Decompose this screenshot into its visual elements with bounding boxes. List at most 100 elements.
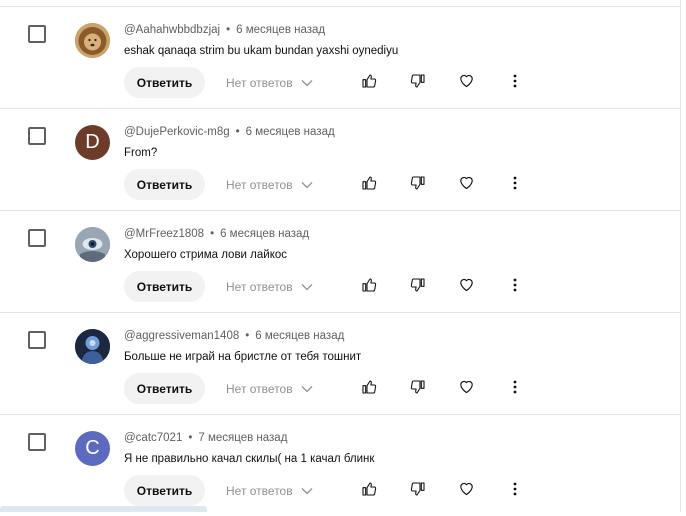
- avatar-letter: C: [85, 437, 100, 459]
- heart-icon: [458, 72, 475, 94]
- thumb-up-icon: [361, 73, 377, 94]
- heart-button[interactable]: [453, 274, 479, 300]
- more-actions-button[interactable]: [502, 478, 528, 504]
- replies-label: Нет ответов: [226, 75, 293, 90]
- thumb-down-icon: [410, 277, 426, 298]
- character-avatar[interactable]: [75, 329, 110, 364]
- heart-icon: [458, 174, 475, 196]
- comment-author[interactable]: @catc7021: [124, 432, 182, 444]
- comment-author[interactable]: @Aahahwbbdbzjaj: [124, 24, 220, 36]
- like-button[interactable]: [356, 478, 382, 504]
- avatar[interactable]: D: [75, 125, 110, 160]
- thumb-up-icon: [361, 481, 377, 502]
- comment-meta: @MrFreez1808 • 6 месяцев назад: [124, 227, 309, 241]
- dislike-button[interactable]: [405, 274, 431, 300]
- comment-time[interactable]: 6 месяцев назад: [246, 126, 335, 138]
- replies-toggle[interactable]: Нет ответов: [226, 475, 313, 506]
- replies-label: Нет ответов: [226, 483, 293, 498]
- comment-row: D @DujePerkovic-m8g • 6 месяцев назад From…: [0, 108, 681, 210]
- heart-button[interactable]: [453, 70, 479, 96]
- comment-meta: @DujePerkovic-m8g • 6 месяцев назад: [124, 125, 335, 139]
- comment-text: Хорошего стрима лови лайкос: [124, 249, 288, 261]
- thumb-up-icon: [361, 277, 377, 298]
- select-checkbox[interactable]: [28, 229, 46, 247]
- avatar[interactable]: C: [75, 431, 110, 466]
- comment-time[interactable]: 6 месяцев назад: [255, 330, 344, 342]
- thumb-down-icon: [410, 379, 426, 400]
- comment-time[interactable]: 6 месяцев назад: [220, 228, 309, 240]
- separator-dot: •: [210, 228, 215, 240]
- replies-toggle[interactable]: Нет ответов: [226, 169, 313, 200]
- heart-button[interactable]: [453, 172, 479, 198]
- chevron-down-icon: [301, 181, 313, 189]
- thumb-down-icon: [410, 73, 426, 94]
- comment-meta: @aggressiveman1408 • 6 месяцев назад: [124, 329, 344, 343]
- chevron-down-icon: [301, 487, 313, 495]
- comment-text: From?: [124, 147, 158, 159]
- comment-meta: @Aahahwbbdbzjaj • 6 месяцев назад: [124, 23, 325, 37]
- replies-label: Нет ответов: [226, 279, 293, 294]
- comment-row: C @catc7021 • 7 месяцев назад Я не правиль…: [0, 414, 681, 516]
- comment-row: @Aahahwbbdbzjaj • 6 месяцев назад eshak qa…: [0, 6, 681, 108]
- separator-dot: •: [226, 24, 231, 36]
- more-vert-icon: [513, 176, 517, 195]
- more-actions-button[interactable]: [502, 274, 528, 300]
- dislike-button[interactable]: [405, 70, 431, 96]
- comment-text: Я не правильно качал скилы( на 1 качал б…: [124, 453, 375, 465]
- comment-author[interactable]: @MrFreez1808: [124, 228, 204, 240]
- comment-author[interactable]: @DujePerkovic-m8g: [124, 126, 230, 138]
- like-button[interactable]: [356, 172, 382, 198]
- separator-dot: •: [188, 432, 193, 444]
- chevron-down-icon: [301, 79, 313, 87]
- dislike-button[interactable]: [405, 478, 431, 504]
- heart-button[interactable]: [453, 376, 479, 402]
- comment-author[interactable]: @aggressiveman1408: [124, 330, 239, 342]
- thumb-down-icon: [410, 481, 426, 502]
- reply-button[interactable]: Ответить: [124, 271, 205, 302]
- heart-icon: [458, 480, 475, 502]
- reply-button[interactable]: Ответить: [124, 475, 205, 506]
- separator-dot: •: [245, 330, 250, 342]
- more-actions-button[interactable]: [502, 70, 528, 96]
- more-actions-button[interactable]: [502, 376, 528, 402]
- chevron-down-icon: [301, 385, 313, 393]
- reply-button[interactable]: Ответить: [124, 169, 205, 200]
- comment-text: Больше не играй на бристле от тебя тошни…: [124, 351, 362, 363]
- eye-avatar[interactable]: [75, 227, 110, 262]
- comments-panel: @Aahahwbbdbzjaj • 6 месяцев назад eshak qa…: [0, 0, 681, 512]
- like-button[interactable]: [356, 376, 382, 402]
- select-checkbox[interactable]: [28, 331, 46, 349]
- select-checkbox[interactable]: [28, 127, 46, 145]
- replies-label: Нет ответов: [226, 177, 293, 192]
- comment-text: eshak qanaqa strim bu ukam bundan yaxshi…: [124, 45, 399, 57]
- comment-time[interactable]: 7 месяцев назад: [198, 432, 287, 444]
- more-vert-icon: [513, 380, 517, 399]
- like-button[interactable]: [356, 70, 382, 96]
- dislike-button[interactable]: [405, 376, 431, 402]
- dislike-button[interactable]: [405, 172, 431, 198]
- reply-button[interactable]: Ответить: [124, 373, 205, 404]
- comment-time[interactable]: 6 месяцев назад: [236, 24, 325, 36]
- comment-row: @aggressiveman1408 • 6 месяцев назад Больш…: [0, 312, 681, 414]
- replies-toggle[interactable]: Нет ответов: [226, 373, 313, 404]
- comment-row: @MrFreez1808 • 6 месяцев назад Хорошего ст…: [0, 210, 681, 312]
- scroll-indicator: [0, 506, 207, 512]
- replies-label: Нет ответов: [226, 381, 293, 396]
- reply-button[interactable]: Ответить: [124, 67, 205, 98]
- heart-icon: [458, 378, 475, 400]
- replies-toggle[interactable]: Нет ответов: [226, 271, 313, 302]
- replies-toggle[interactable]: Нет ответов: [226, 67, 313, 98]
- more-vert-icon: [513, 482, 517, 501]
- like-button[interactable]: [356, 274, 382, 300]
- thumb-up-icon: [361, 175, 377, 196]
- heart-button[interactable]: [453, 478, 479, 504]
- chevron-down-icon: [301, 283, 313, 291]
- thumb-down-icon: [410, 175, 426, 196]
- lion-avatar[interactable]: [75, 23, 110, 58]
- comment-meta: @catc7021 • 7 месяцев назад: [124, 431, 287, 445]
- separator-dot: •: [235, 126, 240, 138]
- thumb-up-icon: [361, 379, 377, 400]
- select-checkbox[interactable]: [28, 25, 46, 43]
- select-checkbox[interactable]: [28, 433, 46, 451]
- more-actions-button[interactable]: [502, 172, 528, 198]
